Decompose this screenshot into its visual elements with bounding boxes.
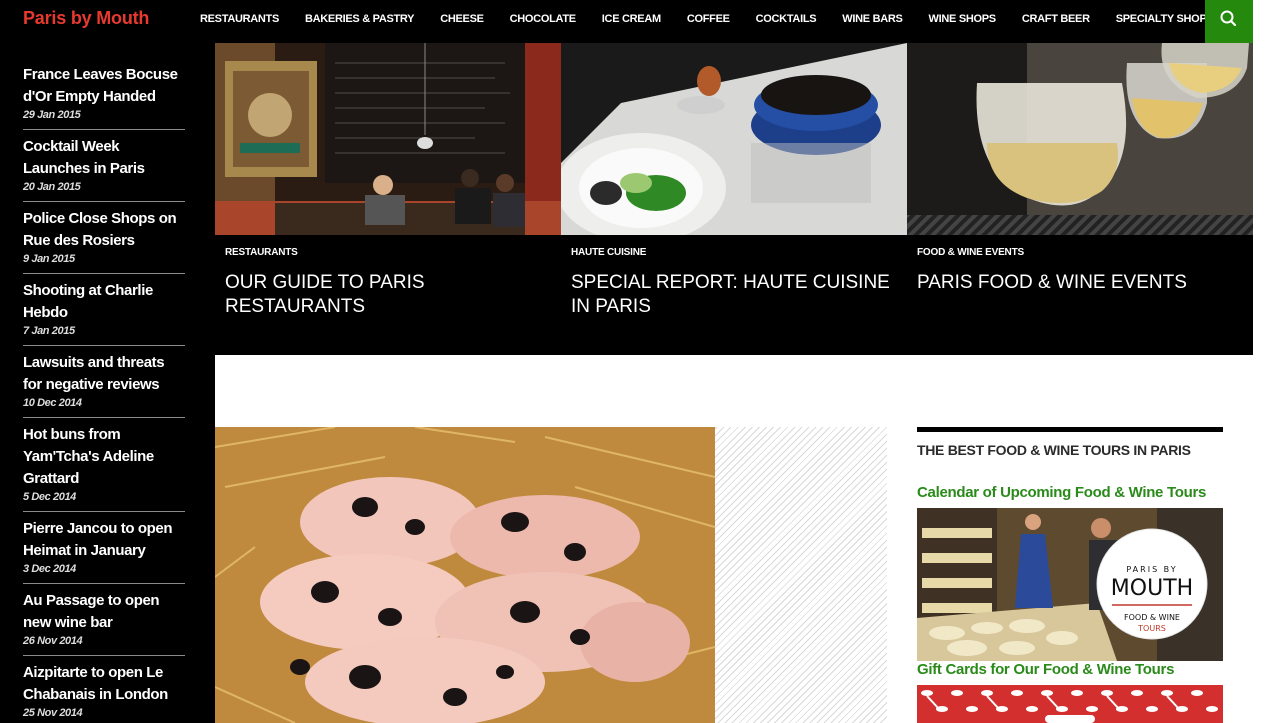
sidebar-post: Au Passage to open new wine bar 26 Nov 2… (23, 590, 185, 656)
post-date: 26 Nov 2014 (23, 635, 83, 647)
article-image-piglets[interactable] (215, 427, 715, 723)
featured-image-restaurant[interactable] (215, 43, 561, 235)
featured-image-haute-cuisine[interactable] (561, 43, 907, 235)
post-date: 5 Dec 2014 (23, 491, 76, 503)
badge-line4: TOURS (1137, 624, 1166, 633)
post-title-link[interactable]: Hot buns from Yam'Tcha's Adeline Grattar… (23, 424, 185, 490)
post-title-link[interactable]: Shooting at Charlie Hebdo (23, 280, 185, 324)
site-header: Paris by Mouth RESTAURANTS BAKERIES & PA… (0, 0, 1253, 38)
post-title-link[interactable]: Au Passage to open new wine bar (23, 590, 185, 634)
post-title-link[interactable]: Police Close Shops on Rue des Rosiers (23, 208, 185, 252)
post-date: 10 Dec 2014 (23, 397, 82, 409)
site-logo[interactable]: Paris by Mouth (23, 8, 149, 29)
hatched-panel (715, 427, 887, 723)
post-date: 3 Dec 2014 (23, 563, 76, 575)
tour-image-cheese-shop[interactable]: PARIS BY MOUTH FOOD & WINE TOURS (917, 508, 1223, 661)
tours-widget: THE BEST FOOD & WINE TOURS IN PARIS Cale… (917, 427, 1223, 723)
post-date: 7 Jan 2015 (23, 325, 75, 337)
post-date: 20 Jan 2015 (23, 181, 81, 193)
recent-posts-sidebar: France Leaves Bocuse d'Or Empty Handed 2… (0, 38, 215, 723)
featured-card: FOOD & WINE EVENTS PARIS FOOD & WINE EVE… (907, 43, 1253, 355)
sidebar-post: Cocktail Week Launches in Paris 20 Jan 2… (23, 136, 185, 202)
nav-item-chocolate[interactable]: CHOCOLATE (497, 0, 589, 38)
post-title-link[interactable]: Cocktail Week Launches in Paris (23, 136, 185, 180)
nav-item-cocktails[interactable]: COCKTAILS (743, 0, 830, 38)
badge-line2: MOUTH (1111, 576, 1193, 601)
badge-line3: FOOD & WINE (1124, 613, 1180, 622)
gift-card-image[interactable] (917, 685, 1223, 723)
featured-category[interactable]: RESTAURANTS (225, 247, 298, 258)
featured-title[interactable]: PARIS FOOD & WINE EVENTS (917, 271, 1243, 295)
widget-divider (917, 427, 1223, 432)
primary-nav: RESTAURANTS BAKERIES & PASTRY CHEESE CHO… (187, 0, 1227, 38)
search-icon (1220, 10, 1237, 27)
nav-item-bakeries-pastry[interactable]: BAKERIES & PASTRY (292, 0, 427, 38)
post-title-link[interactable]: Aizpitarte to open Le Chabanais in Londo… (23, 662, 185, 706)
post-title-link[interactable]: France Leaves Bocuse d'Or Empty Handed (23, 64, 185, 108)
featured-card: HAUTE CUISINE SPECIAL REPORT: HAUTE CUIS… (561, 43, 907, 355)
page-right-edge (1253, 0, 1280, 723)
gift-cards-link[interactable]: Gift Cards for Our Food & Wine Tours (917, 661, 1174, 678)
featured-image-wine-events[interactable] (907, 43, 1253, 235)
featured-category[interactable]: FOOD & WINE EVENTS (917, 247, 1024, 258)
widget-title: THE BEST FOOD & WINE TOURS IN PARIS (917, 442, 1191, 458)
calendar-tours-link[interactable]: Calendar of Upcoming Food & Wine Tours (917, 484, 1206, 501)
nav-item-coffee[interactable]: COFFEE (674, 0, 743, 38)
sidebar-post: Shooting at Charlie Hebdo 7 Jan 2015 (23, 280, 185, 346)
sidebar-post: France Leaves Bocuse d'Or Empty Handed 2… (23, 64, 185, 130)
featured-card: RESTAURANTS OUR GUIDE TO PARIS RESTAURAN… (215, 43, 561, 355)
sidebar-post: Police Close Shops on Rue des Rosiers 9 … (23, 208, 185, 274)
sidebar-post: Hot buns from Yam'Tcha's Adeline Grattar… (23, 424, 185, 512)
post-date: 9 Jan 2015 (23, 253, 75, 265)
nav-item-wine-bars[interactable]: WINE BARS (829, 0, 915, 38)
nav-item-wine-shops[interactable]: WINE SHOPS (916, 0, 1009, 38)
nav-item-cheese[interactable]: CHEESE (427, 0, 496, 38)
sidebar-post: Lawsuits and threats for negative review… (23, 352, 185, 418)
featured-title[interactable]: SPECIAL REPORT: HAUTE CUISINE IN PARIS (571, 271, 897, 319)
search-button[interactable] (1205, 0, 1253, 43)
sidebar-post: Pierre Jancou to open Heimat in January … (23, 518, 185, 584)
post-title-link[interactable]: Pierre Jancou to open Heimat in January (23, 518, 185, 562)
post-date: 25 Nov 2014 (23, 707, 83, 719)
sidebar-post: Aizpitarte to open Le Chabanais in Londo… (23, 662, 185, 723)
nav-item-restaurants[interactable]: RESTAURANTS (187, 0, 292, 38)
badge-line1: PARIS BY (1126, 565, 1177, 574)
post-date: 29 Jan 2015 (23, 109, 81, 121)
featured-category[interactable]: HAUTE CUISINE (571, 247, 646, 258)
nav-item-craft-beer[interactable]: CRAFT BEER (1009, 0, 1103, 38)
featured-title[interactable]: OUR GUIDE TO PARIS RESTAURANTS (225, 271, 551, 319)
featured-grid: RESTAURANTS OUR GUIDE TO PARIS RESTAURAN… (215, 43, 1253, 355)
nav-item-ice-cream[interactable]: ICE CREAM (589, 0, 674, 38)
post-title-link[interactable]: Lawsuits and threats for negative review… (23, 352, 185, 396)
